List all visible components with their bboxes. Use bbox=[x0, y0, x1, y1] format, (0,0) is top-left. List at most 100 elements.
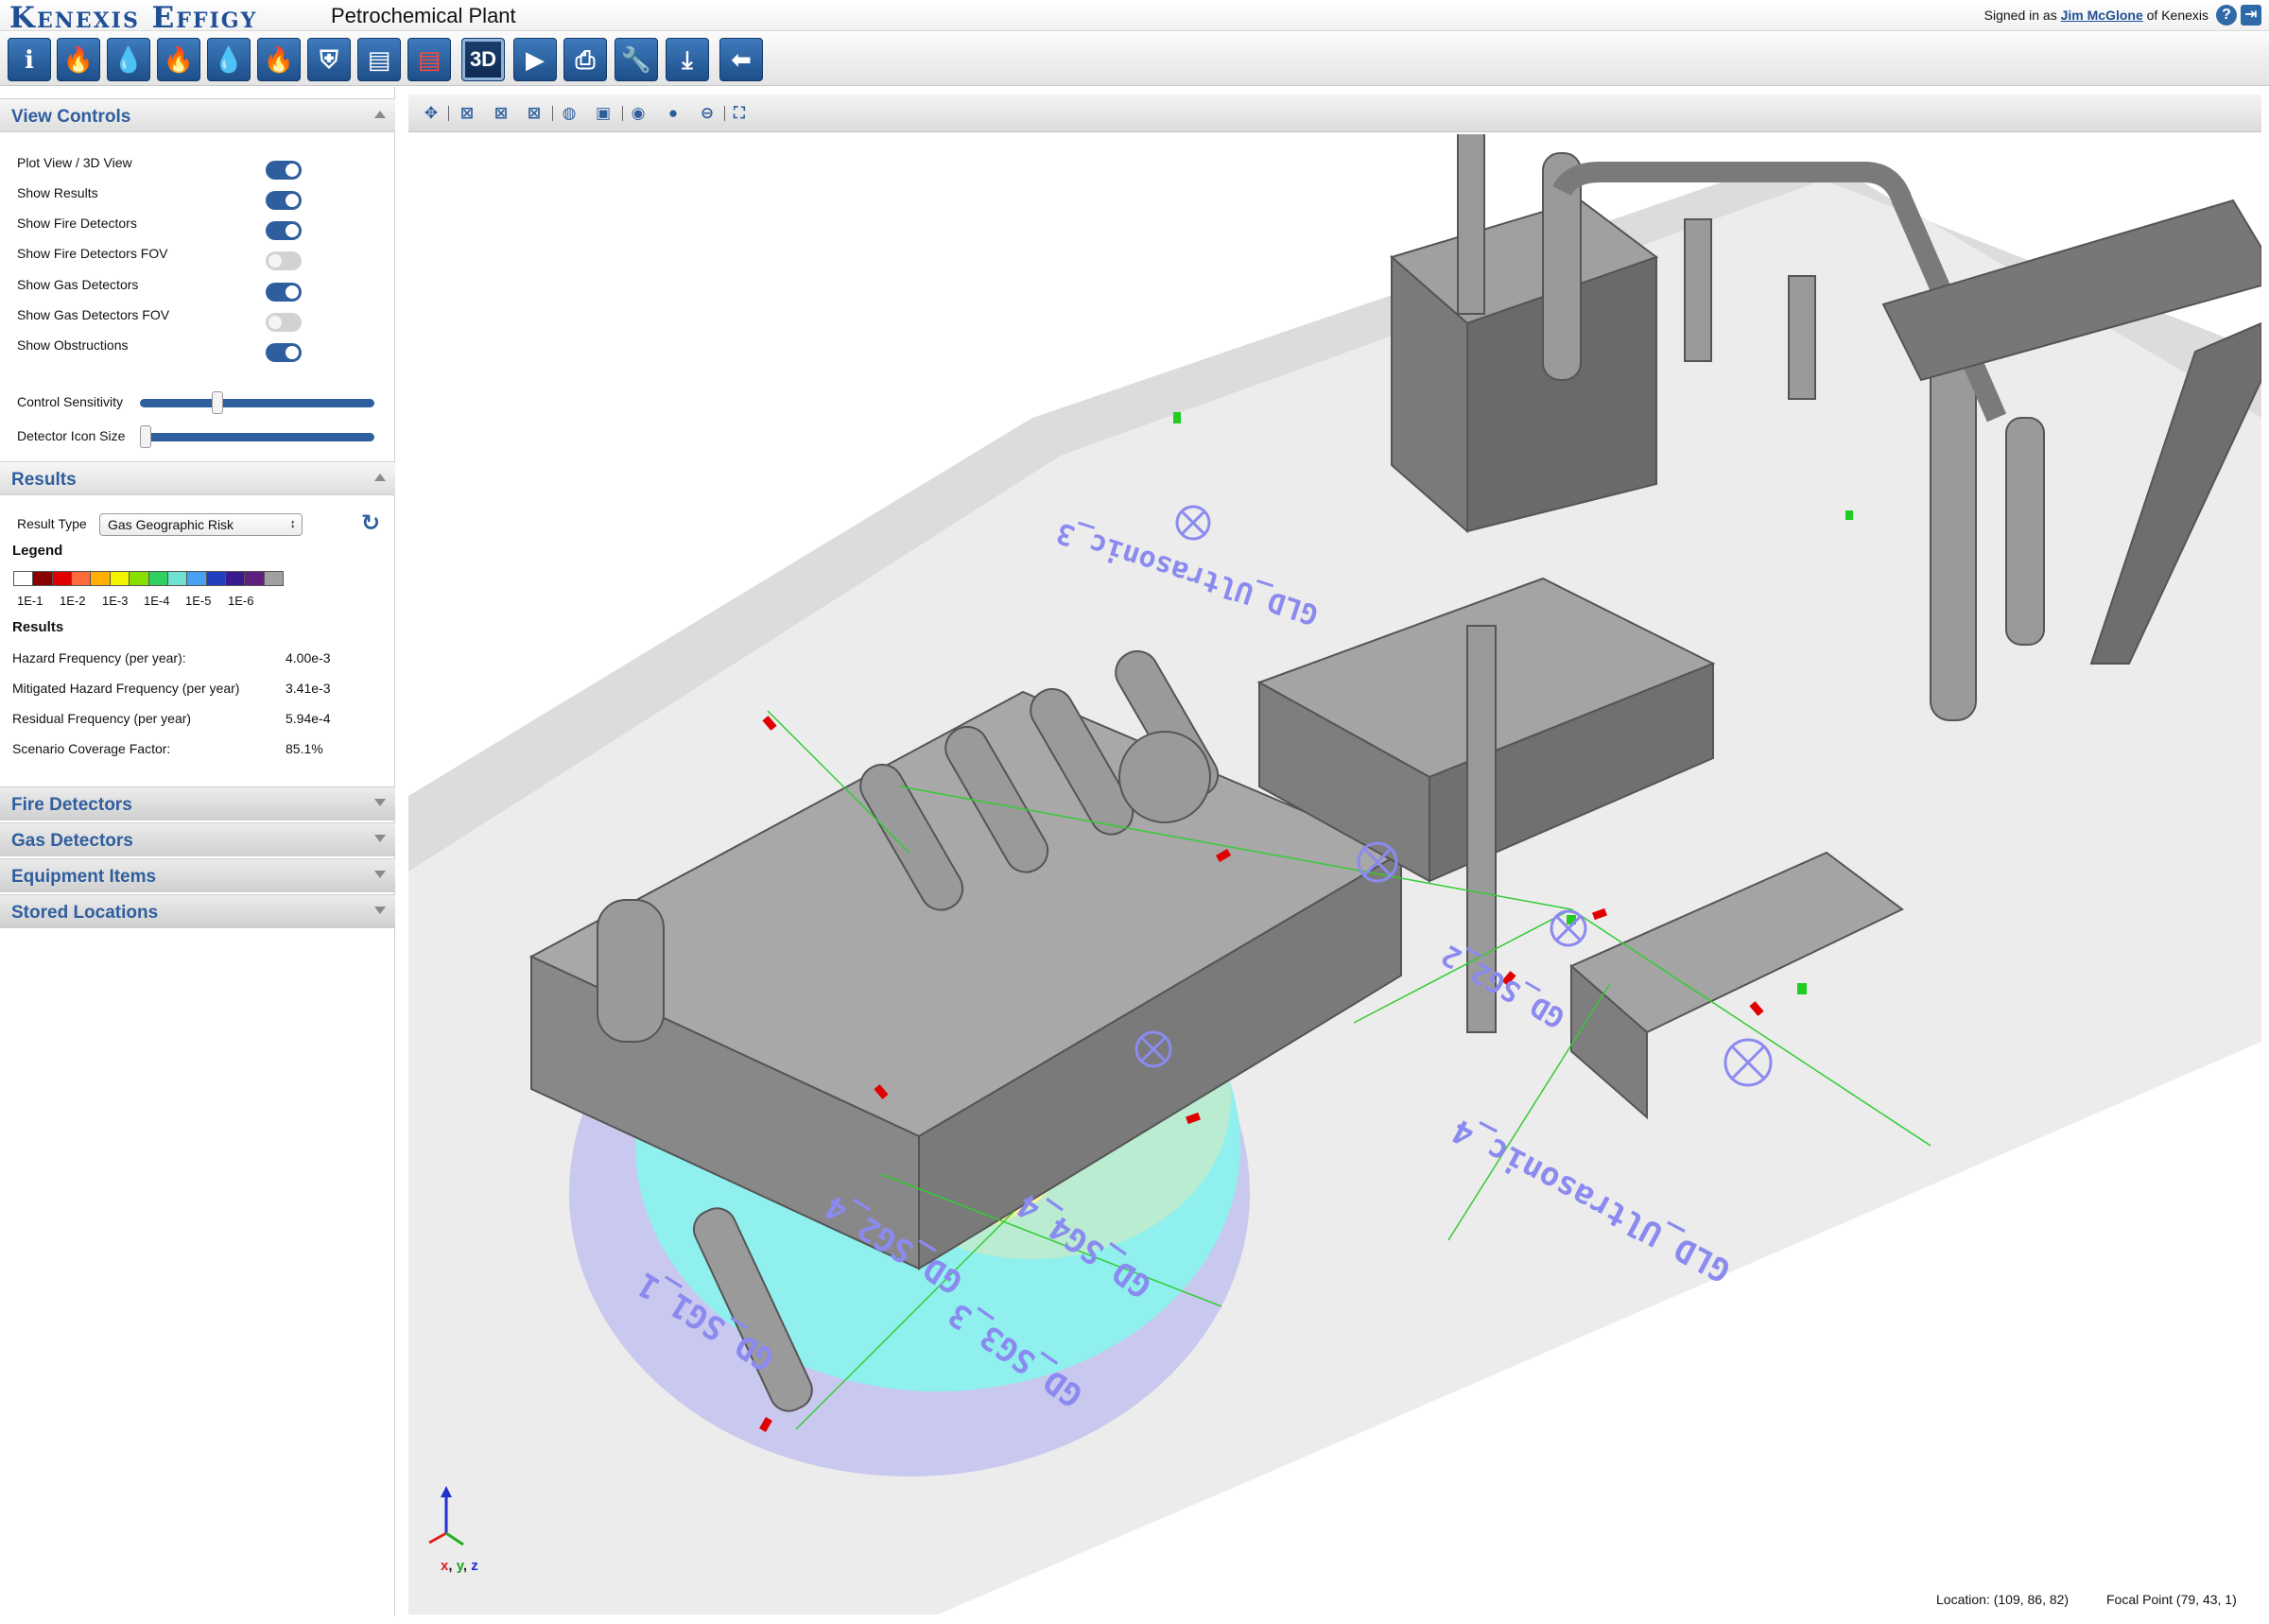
project-title: Petrochemical Plant bbox=[331, 4, 516, 27]
gas-drop-button[interactable]: 💧 bbox=[107, 38, 150, 81]
detector-icon-size-slider[interactable] bbox=[140, 425, 374, 448]
refresh-icon[interactable]: ↻ bbox=[361, 510, 380, 537]
show-results-toggle[interactable] bbox=[266, 191, 302, 210]
gas-hazard-button[interactable]: 💧 bbox=[207, 38, 251, 81]
gas-detector-marker bbox=[1173, 412, 1181, 423]
3d-view-button[interactable]: 3D bbox=[461, 38, 505, 81]
fire-detectors-header[interactable]: Fire Detectors bbox=[0, 786, 395, 821]
signed-in-text: Signed in as Jim McGlone of Kenexis bbox=[1984, 8, 2208, 23]
wrench-button[interactable]: 🔧 bbox=[615, 38, 658, 81]
mitigated-frequency-label: Mitigated Hazard Frequency (per year) bbox=[12, 681, 240, 696]
main-toolbar: ℹ 🔥 💧 🔥 💧 🔥 ⛨ ▤ ▤ 3D ▶ ⎙ 🔧 ⤓ ⬅ bbox=[0, 32, 2269, 86]
logout-icon[interactable]: ⇥ bbox=[2241, 5, 2261, 26]
view-x-icon[interactable]: ⊠ bbox=[458, 104, 476, 123]
fire-hazard-button[interactable]: 🔥 bbox=[157, 38, 200, 81]
fire-map-button[interactable]: 🔥 bbox=[257, 38, 301, 81]
show-fire-fov-toggle[interactable] bbox=[266, 251, 302, 270]
shield-button[interactable]: ⛨ bbox=[307, 38, 351, 81]
axis-label: x, y, z bbox=[441, 1558, 478, 1574]
plant-3d-scene[interactable]: GLD_Ultrasonic_3 GLD_Ultrasonic_4 GD_SG2… bbox=[408, 134, 2261, 1615]
results-header[interactable]: Results bbox=[0, 461, 395, 495]
download-button[interactable]: ⤓ bbox=[666, 38, 709, 81]
fire-circle-button[interactable]: 🔥 bbox=[57, 38, 100, 81]
legend-color-bar bbox=[13, 571, 284, 586]
gas-detector-marker bbox=[1845, 510, 1853, 520]
equipment-items-header[interactable]: Equipment Items bbox=[0, 858, 395, 892]
control-sensitivity-handle[interactable] bbox=[211, 391, 223, 414]
result-type-label: Result Type bbox=[17, 516, 87, 531]
report-red-button[interactable]: ▤ bbox=[407, 38, 451, 81]
info-button[interactable]: ℹ bbox=[8, 38, 51, 81]
plot-view-toggle[interactable] bbox=[266, 161, 302, 180]
print-button[interactable]: ⎙ bbox=[563, 38, 607, 81]
legend-swatch bbox=[72, 572, 92, 585]
toolbar-divider bbox=[552, 106, 553, 121]
legend-tick: 1E-1 bbox=[17, 594, 43, 608]
stored-locations-title: Stored Locations bbox=[11, 903, 159, 923]
legend-swatch bbox=[14, 572, 34, 585]
show-fire-detectors-toggle[interactable] bbox=[266, 221, 302, 240]
report-button[interactable]: ▤ bbox=[357, 38, 401, 81]
control-sensitivity-slider[interactable] bbox=[140, 391, 374, 414]
view-y-icon[interactable]: ⊠ bbox=[492, 104, 511, 123]
expand-down-icon bbox=[374, 799, 386, 806]
gas-detectors-title: Gas Detectors bbox=[11, 831, 133, 851]
detector-icon-size-label: Detector Icon Size bbox=[17, 428, 126, 443]
camera-icon[interactable]: ▣ bbox=[594, 104, 613, 123]
help-icon[interactable]: ? bbox=[2216, 5, 2237, 26]
toggle-label-show-results: Show Results bbox=[17, 185, 98, 200]
play-button[interactable]: ▶ bbox=[513, 38, 557, 81]
legend-swatch bbox=[52, 572, 73, 585]
3d-viewport[interactable]: GLD_Ultrasonic_3 GLD_Ultrasonic_4 GD_SG2… bbox=[408, 134, 2261, 1615]
hazard-frequency-value: 4.00e-3 bbox=[286, 650, 331, 665]
expand-down-icon bbox=[374, 871, 386, 878]
user-name-link[interactable]: Jim McGlone bbox=[2061, 8, 2143, 23]
gas-detectors-header[interactable]: Gas Detectors bbox=[0, 822, 395, 856]
kenexis-effigy-logo: Kenexis Effigy bbox=[9, 1, 258, 35]
legend-swatch bbox=[91, 572, 111, 585]
pan-icon[interactable]: ✥ bbox=[422, 104, 441, 123]
fit-view-icon[interactable]: ⛶ bbox=[730, 104, 749, 123]
back-button[interactable]: ⬅ bbox=[719, 38, 763, 81]
hazard-frequency-label: Hazard Frequency (per year): bbox=[12, 650, 186, 665]
legend-tick: 1E-2 bbox=[60, 594, 86, 608]
viewport-toolbar: ✥ ⊠ ⊠ ⊠ ◍ ▣ ◉ ● ⊖ ⛶ bbox=[408, 95, 2261, 132]
results-subheading: Results bbox=[12, 619, 64, 635]
view-controls-title: View Controls bbox=[11, 107, 131, 127]
left-panel: View Controls Plot View / 3D View Show R… bbox=[0, 87, 395, 1616]
globe-icon[interactable]: ◍ bbox=[560, 104, 579, 123]
toggle-label-plot-view: Plot View / 3D View bbox=[17, 155, 132, 170]
toggle-label-show-fire-fov: Show Fire Detectors FOV bbox=[17, 246, 168, 261]
control-sensitivity-label: Control Sensitivity bbox=[17, 394, 124, 409]
mitigated-frequency-value: 3.41e-3 bbox=[286, 681, 331, 696]
results-title: Results bbox=[11, 470, 77, 490]
show-obstructions-toggle[interactable] bbox=[266, 343, 302, 362]
toggle-label-show-gas-detectors: Show Gas Detectors bbox=[17, 277, 139, 292]
coverage-factor-value: 85.1% bbox=[286, 741, 323, 756]
toolbar-divider bbox=[724, 106, 725, 121]
toggle-label-show-fire-detectors: Show Fire Detectors bbox=[17, 216, 137, 231]
signed-in-suffix: of Kenexis bbox=[2142, 8, 2208, 23]
target-icon[interactable]: ◉ bbox=[629, 104, 648, 123]
show-gas-fov-toggle[interactable] bbox=[266, 313, 302, 332]
legend-swatch bbox=[167, 572, 188, 585]
legend-swatch bbox=[264, 572, 284, 585]
fire-detectors-title: Fire Detectors bbox=[11, 795, 132, 815]
legend-tick: 1E-6 bbox=[228, 594, 254, 608]
person-icon[interactable]: ● bbox=[664, 104, 683, 123]
result-type-select[interactable]: Gas Geographic Risk bbox=[99, 513, 303, 536]
coverage-factor-label: Scenario Coverage Factor: bbox=[12, 741, 171, 756]
stored-locations-header[interactable]: Stored Locations bbox=[0, 894, 395, 928]
equipment-items-title: Equipment Items bbox=[11, 867, 157, 887]
show-gas-detectors-toggle[interactable] bbox=[266, 283, 302, 302]
view-controls-header[interactable]: View Controls bbox=[0, 98, 395, 132]
view-z-icon[interactable]: ⊠ bbox=[525, 104, 544, 123]
legend-tick: 1E-5 bbox=[185, 594, 212, 608]
residual-frequency-label: Residual Frequency (per year) bbox=[12, 711, 192, 726]
detector-icon-size-handle[interactable] bbox=[140, 425, 151, 448]
toolbar-divider bbox=[622, 106, 623, 121]
signed-in-prefix: Signed in as bbox=[1983, 8, 2061, 23]
minus-circle-icon[interactable]: ⊖ bbox=[698, 104, 717, 123]
expand-down-icon bbox=[374, 835, 386, 842]
legend-swatch bbox=[130, 572, 149, 585]
